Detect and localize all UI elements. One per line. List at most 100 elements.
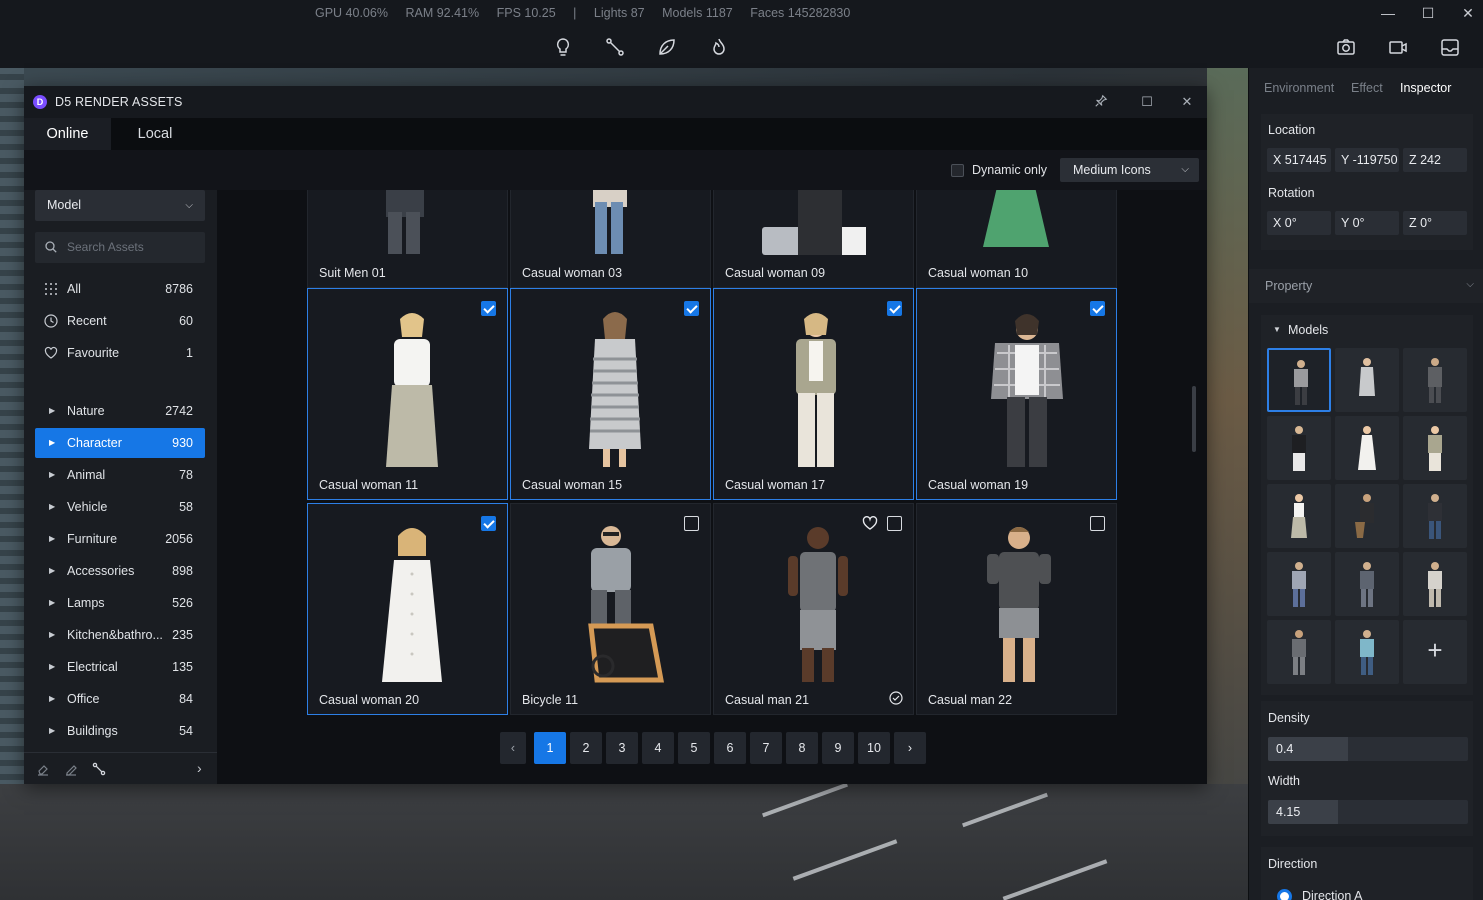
category-electrical[interactable]: ▶ Electrical 135	[35, 652, 205, 682]
model-thumb[interactable]	[1335, 416, 1399, 480]
favourite-heart-icon[interactable]	[862, 515, 878, 531]
grid-scrollbar[interactable]	[1192, 386, 1196, 452]
tab-environment[interactable]: Environment	[1264, 81, 1334, 95]
asset-select-checkbox[interactable]	[887, 301, 902, 316]
model-thumb[interactable]	[1267, 348, 1331, 412]
path-icon[interactable]	[604, 36, 626, 58]
tab-online[interactable]: Online	[24, 118, 111, 150]
asset-card[interactable]: Bicycle 11	[510, 503, 711, 715]
camera-icon[interactable]	[1335, 36, 1357, 58]
category-nature[interactable]: ▶ Nature 2742	[35, 396, 205, 426]
lightbulb-icon[interactable]	[552, 36, 574, 58]
asset-card[interactable]: Casual woman 09	[713, 190, 914, 288]
category-accessories[interactable]: ▶ Accessories 898	[35, 556, 205, 586]
nav-item-all[interactable]: All 8786	[35, 274, 205, 304]
category-office[interactable]: ▶ Office 84	[35, 684, 205, 714]
page-button-5[interactable]: 5	[678, 732, 710, 764]
tab-inspector[interactable]: Inspector	[1400, 81, 1451, 95]
path-tool-icon[interactable]	[92, 762, 106, 776]
page-button-9[interactable]: 9	[822, 732, 854, 764]
page-button-3[interactable]: 3	[606, 732, 638, 764]
width-slider[interactable]: 4.15	[1268, 800, 1468, 824]
asset-card[interactable]: Casual woman 11	[307, 288, 508, 500]
icon-size-select[interactable]: Medium Icons ⌵	[1060, 158, 1199, 182]
location-y-field[interactable]: Y -119750	[1335, 148, 1399, 172]
asset-select-checkbox[interactable]	[1090, 301, 1105, 316]
eraser-icon[interactable]	[36, 762, 50, 776]
asset-window-titlebar[interactable]: D D5 RENDER ASSETS ☐ ✕	[24, 86, 1207, 118]
tab-effect[interactable]: Effect	[1351, 81, 1383, 95]
nav-item-favourite[interactable]: Favourite 1	[35, 338, 205, 368]
maximize-button[interactable]: ☐	[1419, 4, 1437, 22]
rotation-z-field[interactable]: Z 0°	[1403, 211, 1467, 235]
close-button[interactable]: ✕	[1459, 4, 1477, 22]
page-button-10[interactable]: 10	[858, 732, 890, 764]
asset-select-checkbox[interactable]	[481, 516, 496, 531]
asset-select-checkbox[interactable]	[684, 516, 699, 531]
page-button-4[interactable]: 4	[642, 732, 674, 764]
next-page-button[interactable]: ›	[894, 732, 926, 764]
model-thumb[interactable]	[1335, 552, 1399, 616]
chevron-right-icon[interactable]: ›	[197, 760, 211, 776]
asset-select-checkbox[interactable]	[887, 516, 902, 531]
density-slider[interactable]: 0.4	[1268, 737, 1468, 761]
direction-a-radio[interactable]	[1277, 889, 1292, 900]
dynamic-only-toggle[interactable]: Dynamic only	[951, 163, 1047, 178]
model-thumb[interactable]	[1267, 552, 1331, 616]
asset-type-select[interactable]: Model ⌵	[35, 190, 205, 221]
model-thumb[interactable]	[1267, 416, 1331, 480]
model-thumb[interactable]	[1335, 348, 1399, 412]
asset-card[interactable]: Casual woman 19	[916, 288, 1117, 500]
model-thumb[interactable]	[1335, 484, 1399, 548]
category-furniture[interactable]: ▶ Furniture 2056	[35, 524, 205, 554]
asset-maximize-button[interactable]: ☐	[1139, 94, 1155, 110]
category-animal[interactable]: ▶ Animal 78	[35, 460, 205, 490]
location-x-field[interactable]: X 517445	[1267, 148, 1331, 172]
asset-card[interactable]: Casual man 21	[713, 503, 914, 715]
category-character[interactable]: ▶ Character 930	[35, 428, 205, 458]
asset-card[interactable]: Casual man 22	[916, 503, 1117, 715]
property-header[interactable]: Property ⌵	[1249, 269, 1483, 303]
asset-card[interactable]: Casual woman 10	[916, 190, 1117, 288]
nav-item-recent[interactable]: Recent 60	[35, 306, 205, 336]
search-input[interactable]: Search Assets	[35, 232, 205, 263]
asset-card[interactable]: Casual woman 17	[713, 288, 914, 500]
model-thumb[interactable]	[1403, 552, 1467, 616]
page-button-1[interactable]: 1	[534, 732, 566, 764]
model-thumb[interactable]	[1335, 620, 1399, 684]
asset-select-checkbox[interactable]	[481, 301, 496, 316]
asset-select-checkbox[interactable]	[1090, 516, 1105, 531]
category-kitchen-bathroom[interactable]: ▶ Kitchen&bathro... 235	[35, 620, 205, 650]
model-thumb[interactable]	[1403, 416, 1467, 480]
category-buildings[interactable]: ▶ Buildings 54	[35, 716, 205, 746]
asset-close-button[interactable]: ✕	[1179, 94, 1195, 110]
asset-card[interactable]: Suit Men 01	[307, 190, 508, 288]
asset-select-checkbox[interactable]	[684, 301, 699, 316]
tab-local[interactable]: Local	[111, 118, 199, 150]
brush-icon[interactable]	[64, 762, 78, 776]
video-icon[interactable]	[1387, 36, 1409, 58]
model-thumb[interactable]	[1267, 620, 1331, 684]
dynamic-only-checkbox[interactable]	[951, 164, 964, 178]
minimize-button[interactable]: —	[1379, 4, 1397, 22]
pin-icon[interactable]	[1093, 94, 1109, 110]
page-button-7[interactable]: 7	[750, 732, 782, 764]
category-lamps[interactable]: ▶ Lamps 526	[35, 588, 205, 618]
prev-page-button[interactable]: ‹	[500, 732, 526, 764]
page-button-6[interactable]: 6	[714, 732, 746, 764]
page-button-2[interactable]: 2	[570, 732, 602, 764]
model-thumb[interactable]	[1403, 348, 1467, 412]
rotation-x-field[interactable]: X 0°	[1267, 211, 1331, 235]
asset-card[interactable]: Casual woman 15	[510, 288, 711, 500]
model-thumb[interactable]	[1267, 484, 1331, 548]
page-button-8[interactable]: 8	[786, 732, 818, 764]
leaf-icon[interactable]	[656, 36, 678, 58]
rotation-y-field[interactable]: Y 0°	[1335, 211, 1399, 235]
asset-card[interactable]: Casual woman 03	[510, 190, 711, 288]
category-vehicle[interactable]: ▶ Vehicle 58	[35, 492, 205, 522]
location-z-field[interactable]: Z 242	[1403, 148, 1467, 172]
gallery-icon[interactable]	[1439, 36, 1461, 58]
model-thumb[interactable]	[1403, 484, 1467, 548]
add-model-button[interactable]: +	[1403, 620, 1467, 684]
fire-icon[interactable]	[708, 36, 730, 58]
